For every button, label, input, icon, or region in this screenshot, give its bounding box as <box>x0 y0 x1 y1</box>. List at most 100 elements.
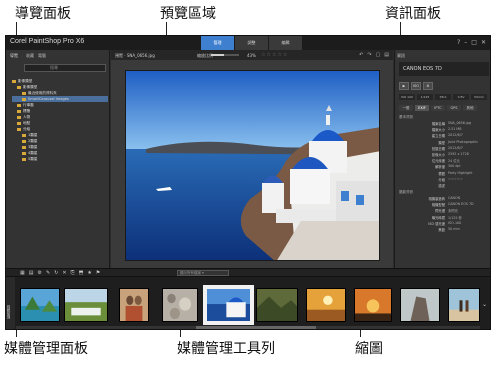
preview-image <box>125 70 380 261</box>
info-row-key: 相機型號 <box>431 203 445 208</box>
info-row: 閃光燈 未閃光 <box>399 208 489 213</box>
toolbar-button-icon[interactable]: ★ <box>87 270 91 276</box>
toolbar-icons: ▦ ▤ ⚙ ✎ ↻ ✕ ⎘ ⬒ ★ ⚑ <box>20 270 100 276</box>
exif-cell: ISO 100 <box>399 94 415 100</box>
info-panel-title: 資訊 <box>397 53 405 58</box>
thumbnail-couple-portrait[interactable] <box>119 288 149 322</box>
play-icon[interactable]: ▶ <box>399 82 409 90</box>
callout-navigation-panel: 導覽面板 <box>15 6 71 22</box>
toolbar-button-icon[interactable]: ↻ <box>54 270 58 276</box>
thumbnail-image <box>65 289 107 321</box>
thumbnail-green-landscape[interactable] <box>64 288 108 322</box>
toolbar-button-icon[interactable]: ✎ <box>46 270 50 276</box>
toolbar-button-icon[interactable]: ▤ <box>29 270 34 276</box>
tree-item-label: 4顆星 <box>28 150 38 155</box>
info-row-key: ISO 感光度 <box>428 221 445 226</box>
thumbnail-scrollbar[interactable] <box>16 326 480 329</box>
tab-gps[interactable]: GPS <box>447 105 461 111</box>
folder-icon <box>17 121 21 125</box>
tab-exif[interactable]: EXIF <box>415 105 429 111</box>
info-row: 相機型號 CANON EOS 7D <box>399 202 489 207</box>
info-tabs: 一般 EXIF IPTC GPS 其他 <box>399 105 477 111</box>
exif-cell: 1/125 <box>417 94 433 100</box>
toolbar-button-icon[interactable]: ⬒ <box>79 270 84 276</box>
thumbnail-image <box>21 289 59 321</box>
section-basic-label: 基本資訊 <box>399 115 414 119</box>
minimize-icon[interactable]: – <box>464 39 467 46</box>
tab-other[interactable]: 其他 <box>463 105 477 111</box>
maximize-icon[interactable]: □ <box>471 39 477 46</box>
rating-stars[interactable]: ☆☆☆☆☆ <box>261 52 288 58</box>
info-row-value: ISO-100 <box>448 220 462 225</box>
tree-item-label: 行事曆 <box>23 102 34 107</box>
thumbnail-golden-field[interactable] <box>306 288 346 322</box>
app-title: Corel PaintShop Pro X6 <box>10 38 85 45</box>
tree-item[interactable]: 5顆星 <box>12 156 108 162</box>
thumbnail-beach-couple[interactable] <box>448 288 480 322</box>
tab-manage[interactable]: 管理 <box>201 36 234 50</box>
thumbnail-image <box>163 289 197 321</box>
tree-item-label: 1顆星 <box>28 132 38 137</box>
info-row-value: Joint Photographic <box>448 139 479 144</box>
info-flag-buttons: ▶ ISO ⚙ <box>399 82 433 90</box>
zoom-slider[interactable] <box>211 54 239 56</box>
tab-general[interactable]: 一般 <box>399 105 413 111</box>
help-icon[interactable]: ? <box>457 39 460 46</box>
toolbar-button-icon[interactable]: ⚙ <box>37 270 41 276</box>
single-view-icon[interactable]: ▢ <box>376 52 381 58</box>
close-icon[interactable]: ✕ <box>481 39 486 46</box>
info-row-value: 300 dpi <box>448 164 461 169</box>
exif-cell: f/8.0 <box>435 94 451 100</box>
nav-tab-computer[interactable]: 電腦 <box>38 53 46 59</box>
camera-model-box: CANON EOS 7D <box>399 62 489 76</box>
folder-icon <box>12 79 16 83</box>
thumbnail-santorini-village[interactable] <box>203 285 254 325</box>
search-input[interactable]: 搜尋 <box>24 64 106 72</box>
toolbar-button-icon[interactable]: ▦ <box>20 270 25 276</box>
info-row-key: 檔案名稱 <box>431 122 445 126</box>
filter-dropdown[interactable]: 顯示所有檔案 ▾ <box>177 270 229 276</box>
thumbnail-mountain-lake[interactable] <box>256 288 298 322</box>
scrollbar-thumb[interactable] <box>196 326 316 329</box>
chevron-down-icon[interactable]: ⌄ <box>482 301 487 308</box>
tab-edit[interactable]: 編輯 <box>269 36 302 50</box>
info-row-value: 2012/6/7 <box>448 145 463 150</box>
settings-icon[interactable]: ⚙ <box>423 82 433 90</box>
info-row: 拍攝日期 2012/6/7 <box>399 146 489 151</box>
thumbnail-sunset-silhouette[interactable] <box>354 288 392 322</box>
split-view-icon[interactable]: ▤ <box>384 52 389 58</box>
toolbar-button-icon[interactable]: ⎘ <box>71 270 75 276</box>
thumbnail-tropical-islands[interactable] <box>20 288 60 322</box>
iso-button[interactable]: ISO <box>411 82 421 90</box>
info-row-key: 焦距 <box>438 228 445 232</box>
folder-icon <box>17 85 21 89</box>
info-row: 相機製造商 CANON <box>399 196 489 201</box>
thumbnail-image <box>257 289 297 321</box>
info-row-key: 曝光時間 <box>431 215 445 220</box>
nav-tab-collections[interactable]: 收藏 <box>26 53 34 59</box>
tab-adjust[interactable]: 調整 <box>235 36 268 50</box>
tab-iptc[interactable]: IPTC <box>431 105 445 111</box>
thumbnail-image <box>449 289 479 321</box>
tree-item-label: 2顆星 <box>28 138 38 143</box>
workspace-tabs: 管理 調整 編輯 <box>201 36 303 50</box>
info-row-key: 標題 <box>438 171 445 176</box>
tree-item-label: 影像類型 <box>18 78 33 83</box>
info-row-key: 影像大小 <box>431 153 445 157</box>
folder-icon <box>17 109 21 113</box>
thumbnail-pebble-beach[interactable] <box>162 288 198 322</box>
toolbar-button-icon[interactable]: ✕ <box>62 270 66 276</box>
folder-tree: 影像類型 影像類型 最近使用的資料夾 SmartCarousel Images 行事曆標… <box>12 78 108 162</box>
thumbnail-rock-formation[interactable] <box>400 288 440 322</box>
window-controls: ? – □ ✕ <box>457 39 486 46</box>
folder-icon <box>22 151 26 155</box>
toolbar-button-icon[interactable]: ⚑ <box>96 270 100 276</box>
preview-panel: 預覽 · SNA_0656.jpg 縮放比例 43% ☆☆☆☆☆ ↶ ↷ ▢ ▤ <box>111 50 393 268</box>
info-row-key: 解析度 <box>435 165 445 170</box>
info-row: 檔案大小 2.51 MB <box>399 127 489 132</box>
thumbnail-image <box>307 289 345 321</box>
rotate-left-icon[interactable]: ↶ <box>359 52 363 58</box>
rotate-right-icon[interactable]: ↷ <box>367 52 371 58</box>
section-camera-label: 攝影資訊 <box>399 190 414 194</box>
folder-icon <box>22 133 26 137</box>
